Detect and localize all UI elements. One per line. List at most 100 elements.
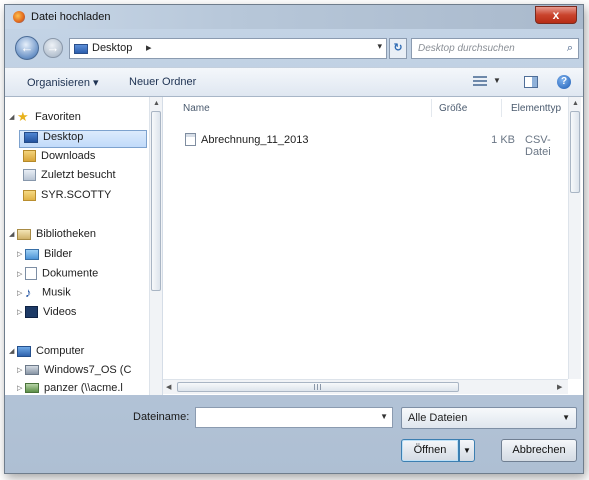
view-options-icon[interactable] [473, 76, 487, 88]
csv-file-icon [185, 133, 196, 146]
nav-vertical-scrollbar[interactable]: ▲ [149, 97, 162, 395]
scroll-up-icon[interactable]: ▲ [572, 100, 579, 107]
nav-item-label: Windows7_OS (C [44, 364, 132, 376]
title-bar: Datei hochladen x [5, 5, 583, 29]
horizontal-scrollbar[interactable]: ◀ ▶ [163, 379, 568, 394]
user-folder-icon [23, 189, 36, 201]
computer-icon [17, 345, 31, 357]
window-title: Datei hochladen [31, 11, 111, 23]
nav-item-label: Downloads [41, 150, 96, 162]
list-vertical-scrollbar[interactable]: ▲ [568, 97, 581, 379]
breadcrumb-desktop[interactable]: Desktop [92, 42, 132, 54]
nav-item-label: Musik [42, 286, 71, 299]
collapsed-arrow-icon[interactable]: ▷ [17, 289, 25, 297]
nav-item-desktop[interactable]: Desktop [19, 130, 147, 148]
column-separator[interactable] [431, 99, 432, 117]
nav-item-label: Dokumente [42, 267, 99, 280]
chevron-down-icon[interactable]: ▼ [562, 413, 570, 422]
preview-pane-icon[interactable] [524, 76, 538, 88]
navigation-pane: ◢ ★ Favoriten Desktop Downloads Zuletzt be… [5, 97, 163, 395]
close-button[interactable]: x [535, 6, 577, 24]
command-bar: Organisieren ▾ Neuer Ordner ▼ ? [5, 67, 583, 97]
help-icon[interactable]: ? [557, 75, 571, 89]
collapsed-arrow-icon[interactable]: ▷ [17, 308, 25, 316]
nav-item-label: Videos [43, 306, 77, 318]
chevron-right-icon[interactable]: ▸ [146, 41, 152, 54]
chevron-down-icon[interactable]: ▼ [380, 412, 388, 421]
filename-input[interactable]: ▼ [195, 407, 393, 428]
column-separator[interactable] [501, 99, 502, 117]
back-button[interactable]: ← [15, 36, 39, 60]
file-type-select[interactable]: Alle Dateien ▼ [401, 407, 577, 429]
nav-item-network-drive[interactable]: ▷ panzer (\\acme.l [17, 382, 123, 395]
expand-arrow-icon[interactable]: ◢ [9, 230, 17, 238]
nav-item-label: panzer (\\acme.l [44, 382, 123, 394]
column-header-type[interactable]: Elementtyp [511, 103, 561, 114]
nav-item-recent[interactable]: Zuletzt besucht [23, 169, 116, 187]
nav-item-videos[interactable]: ▷ Videos [17, 306, 76, 324]
nav-item-label: SYR.SCOTTY [41, 189, 112, 201]
search-icon[interactable]: ⌕ [567, 42, 573, 55]
music-icon: ♪ [25, 285, 32, 300]
libraries-icon [17, 228, 31, 240]
desktop-icon [74, 44, 88, 54]
nav-item-pictures[interactable]: ▷ Bilder [17, 248, 72, 266]
search-input[interactable]: Desktop durchsuchen ⌕ [411, 38, 579, 59]
dialog-footer: Dateiname: ▼ Alle Dateien ▼ Öffnen ▼ Abb… [5, 397, 583, 473]
open-button[interactable]: Öffnen [401, 439, 459, 462]
organize-menu[interactable]: Organisieren ▾ [27, 76, 99, 89]
file-type: CSV-Datei [525, 134, 551, 158]
nav-computer[interactable]: ◢ Computer [9, 345, 84, 363]
file-list: Name Größe Elementtyp Abrechnung_11_2013… [163, 97, 583, 395]
expand-arrow-icon[interactable]: ◢ [9, 113, 17, 121]
file-type-value: Alle Dateien [408, 412, 468, 424]
pictures-icon [25, 248, 39, 260]
filename-label: Dateiname: [133, 411, 190, 423]
recent-places-icon [23, 169, 36, 182]
file-row[interactable]: Abrechnung_11_2013 1 KB CSV-Datei [177, 131, 569, 158]
nav-item-drive-c[interactable]: ▷ Windows7_OS (C [17, 364, 131, 382]
collapsed-arrow-icon[interactable]: ▷ [17, 384, 25, 392]
scroll-grip-icon [314, 384, 322, 390]
refresh-button[interactable]: ↻ [389, 38, 407, 59]
new-folder-button[interactable]: Neuer Ordner [129, 76, 196, 88]
nav-item-documents[interactable]: ▷ Dokumente [17, 267, 98, 285]
collapsed-arrow-icon[interactable]: ▷ [17, 250, 25, 258]
column-header-name[interactable]: Name [183, 103, 210, 114]
nav-scroll-thumb[interactable] [151, 111, 161, 291]
nav-item-label: Desktop [43, 131, 84, 143]
firefox-icon [13, 11, 25, 23]
open-options-button[interactable]: ▼ [459, 439, 475, 462]
nav-libraries-label: Bibliotheken [36, 228, 96, 240]
file-size: 1 KB [491, 134, 515, 146]
scroll-right-icon[interactable]: ▶ [557, 383, 562, 391]
chevron-down-icon[interactable]: ▾ [377, 41, 382, 52]
nav-computer-label: Computer [36, 345, 85, 357]
nav-item-label: Bilder [44, 248, 73, 260]
expand-arrow-icon[interactable]: ◢ [9, 347, 17, 355]
downloads-folder-icon [23, 150, 36, 163]
nav-item-downloads[interactable]: Downloads [23, 150, 95, 168]
nav-item-user-folder[interactable]: SYR.SCOTTY [23, 189, 111, 207]
star-icon: ★ [17, 109, 29, 125]
nav-favorites[interactable]: ◢ ★ Favoriten [9, 109, 81, 129]
chevron-down-icon[interactable]: ▼ [493, 76, 501, 85]
nav-libraries[interactable]: ◢ Bibliotheken [9, 228, 96, 246]
horizontal-scroll-thumb[interactable] [177, 382, 459, 392]
file-name: Abrechnung_11_2013 [201, 134, 309, 146]
nav-item-music[interactable]: ▷ ♪ Musik [17, 286, 71, 304]
forward-button[interactable]: → [43, 38, 63, 58]
cancel-button[interactable]: Abbrechen [501, 439, 577, 462]
documents-icon [25, 267, 37, 280]
scroll-left-icon[interactable]: ◀ [166, 383, 171, 391]
list-scroll-thumb[interactable] [570, 111, 580, 193]
address-bar[interactable]: Desktop ▸ ▾ [69, 38, 387, 59]
collapsed-arrow-icon[interactable]: ▷ [17, 270, 25, 278]
collapsed-arrow-icon[interactable]: ▷ [17, 366, 25, 374]
nav-favorites-label: Favoriten [35, 111, 81, 123]
desktop-icon [24, 131, 38, 143]
scroll-up-icon[interactable]: ▲ [153, 100, 160, 107]
column-header-size[interactable]: Größe [439, 103, 467, 114]
file-upload-dialog: Datei hochladen x ← → Desktop ▸ ▾ ↻ Desk… [4, 4, 584, 474]
nav-item-label: Zuletzt besucht [41, 169, 116, 181]
